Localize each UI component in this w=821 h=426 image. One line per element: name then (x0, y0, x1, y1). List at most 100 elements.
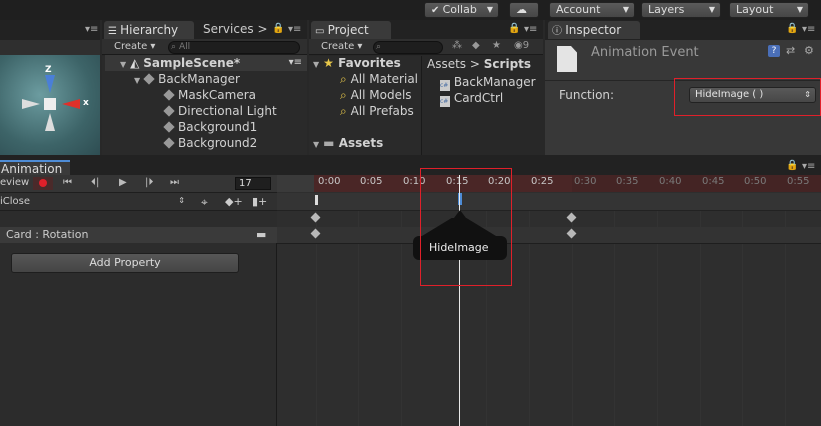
hierarchy-item-backmanager[interactable]: ▼ BackManager (134, 71, 240, 87)
panel-menu-icon[interactable]: ▾≡ (288, 24, 301, 35)
tick-label: 0:25 (531, 176, 554, 187)
panel-menu-icon[interactable]: ▾≡ (802, 24, 815, 35)
clip-label: iClose (0, 196, 31, 207)
file-backmanager[interactable]: c# BackManager (440, 74, 536, 91)
favorite-all-models[interactable]: ⌕ All Models (340, 87, 412, 103)
filter-keyframes-icon[interactable]: ⌖ (201, 195, 208, 210)
tick-label: 0:35 (616, 176, 639, 187)
breadcrumb-root[interactable]: Assets (427, 57, 466, 71)
tab-project[interactable]: ▭ Project (311, 21, 391, 39)
favorites-header[interactable]: ▼ ★ Favorites (313, 55, 401, 71)
property-track (277, 227, 821, 243)
layers-dropdown[interactable]: Layers ▼ (641, 2, 721, 18)
collab-label: Collab (442, 3, 477, 16)
tick-label: 0:30 (574, 176, 597, 187)
favorite-all-material[interactable]: ⌕ All Material (340, 71, 418, 87)
preset-icon[interactable]: ⇄ (786, 44, 795, 57)
expand-triangle-icon: ▼ (313, 60, 320, 69)
assets-header[interactable]: ▼ ▬ Assets (313, 135, 383, 151)
add-property-button[interactable]: Add Property (11, 253, 239, 273)
frame-field[interactable]: 17 (235, 177, 271, 190)
highlight-box-function (674, 78, 821, 116)
gear-icon[interactable]: ⚙ (804, 44, 814, 57)
scene-row[interactable]: ▼ ◭ SampleScene* ▾≡ (105, 55, 307, 71)
account-label: Account (556, 3, 601, 16)
item-label: All Material (350, 72, 419, 86)
gizmo-neg-x-axis[interactable] (22, 99, 40, 109)
cloud-button[interactable]: ☁ (509, 2, 539, 18)
next-keyframe-icon[interactable]: |⏵ (145, 177, 153, 188)
item-label: All Models (350, 88, 412, 102)
chevron-right-icon: > (469, 57, 480, 71)
panel-menu-icon[interactable]: ▾≡ (802, 161, 815, 172)
project-breadcrumb: Assets > Scripts (427, 56, 531, 72)
lock-icon[interactable]: 🔒 (786, 160, 798, 171)
lock-icon[interactable]: 🔒 (786, 23, 798, 34)
scene-subbar (0, 40, 100, 55)
filter-type-icon[interactable]: ⁂ (452, 40, 462, 51)
property-row[interactable]: Card : Rotation ▬ (0, 227, 277, 243)
tab-animation[interactable]: Animation (0, 160, 70, 176)
tick-label: 0:55 (787, 176, 810, 187)
lock-icon[interactable]: 🔒 (508, 23, 520, 34)
help-icon[interactable]: ? (768, 45, 780, 57)
favorite-all-prefabs[interactable]: ⌕ All Prefabs (340, 103, 414, 119)
panel-menu-icon[interactable]: ▾≡ (289, 55, 302, 71)
add-event-icon[interactable]: ▮+ (252, 195, 267, 208)
hierarchy-item-background1[interactable]: Background1 (163, 119, 258, 135)
hierarchy-search-input[interactable]: ⌕ All (168, 41, 300, 54)
clip-range-out (572, 175, 821, 192)
filter-label-icon[interactable]: ◆ (472, 40, 480, 51)
hierarchy-item-maskcamera[interactable]: MaskCamera (163, 87, 256, 103)
account-dropdown[interactable]: Account ▼ (549, 2, 635, 18)
assets-label: Assets (338, 136, 384, 150)
item-label: Background1 (178, 120, 258, 134)
panel-menu-icon[interactable]: ▾≡ (85, 24, 98, 35)
gizmo-neg-y-axis[interactable] (45, 113, 55, 131)
breadcrumb-current[interactable]: Scripts (484, 57, 531, 71)
layout-dropdown[interactable]: Layout ▼ (729, 2, 809, 18)
panel-menu-icon[interactable]: ▾≡ (524, 24, 537, 35)
tab-inspector[interactable]: ⓘ Inspector (548, 21, 640, 39)
tick-label: 0:00 (318, 176, 341, 187)
lock-icon[interactable]: 🔒 (272, 23, 284, 34)
tab-services[interactable]: Services > (203, 22, 268, 36)
record-icon (39, 179, 47, 187)
gameobject-icon (163, 89, 175, 101)
item-label: BackManager (158, 72, 240, 86)
gizmo-center[interactable] (44, 98, 56, 110)
collab-dropdown[interactable]: ✔ Collab ▼ (424, 2, 499, 18)
visibility-icon[interactable]: ◉9 (514, 40, 529, 51)
search-icon: ⌕ (171, 42, 177, 52)
chevron-down-icon: ▼ (708, 5, 715, 14)
expand-triangle-icon: ▼ (120, 60, 127, 69)
tick-label: 0:40 (659, 176, 682, 187)
project-search-input[interactable]: ⌕ (373, 41, 443, 54)
clip-dropdown[interactable]: iClose ⇕ (0, 196, 185, 207)
last-keyframe-icon[interactable]: ⏭ (170, 177, 179, 188)
file-cardctrl[interactable]: c# CardCtrl (440, 90, 503, 107)
favorite-icon[interactable]: ★ (492, 40, 501, 51)
hierarchy-item-background2[interactable]: Background2 (163, 135, 257, 151)
minus-icon[interactable]: ▬ (256, 228, 266, 241)
search-placeholder: All (179, 42, 191, 52)
favorites-label: Favorites (338, 56, 401, 70)
first-keyframe-icon[interactable]: ⏮ (63, 177, 72, 188)
hierarchy-create-button[interactable]: Create ▾ (114, 39, 155, 55)
event-track[interactable] (277, 193, 821, 211)
gameobject-icon (163, 105, 175, 117)
play-icon[interactable]: ▶ (119, 177, 127, 188)
preview-button[interactable]: eview (0, 177, 29, 188)
gizmo-x-axis[interactable] (62, 99, 80, 109)
hierarchy-item-directional-light[interactable]: Directional Light (163, 103, 277, 119)
project-create-button[interactable]: Create ▾ (321, 39, 362, 55)
track-divider (277, 243, 821, 244)
prev-keyframe-icon[interactable]: ⏴| (91, 177, 99, 188)
tab-hierarchy[interactable]: ☰ Hierarchy (104, 21, 194, 39)
animation-event-marker[interactable] (315, 195, 318, 205)
add-keyframe-icon[interactable]: ◆+ (225, 195, 243, 208)
gizmo-z-axis[interactable] (45, 75, 55, 93)
record-button[interactable] (33, 177, 53, 190)
tab-project-label: Project (327, 23, 369, 37)
project-divider[interactable] (421, 56, 422, 155)
